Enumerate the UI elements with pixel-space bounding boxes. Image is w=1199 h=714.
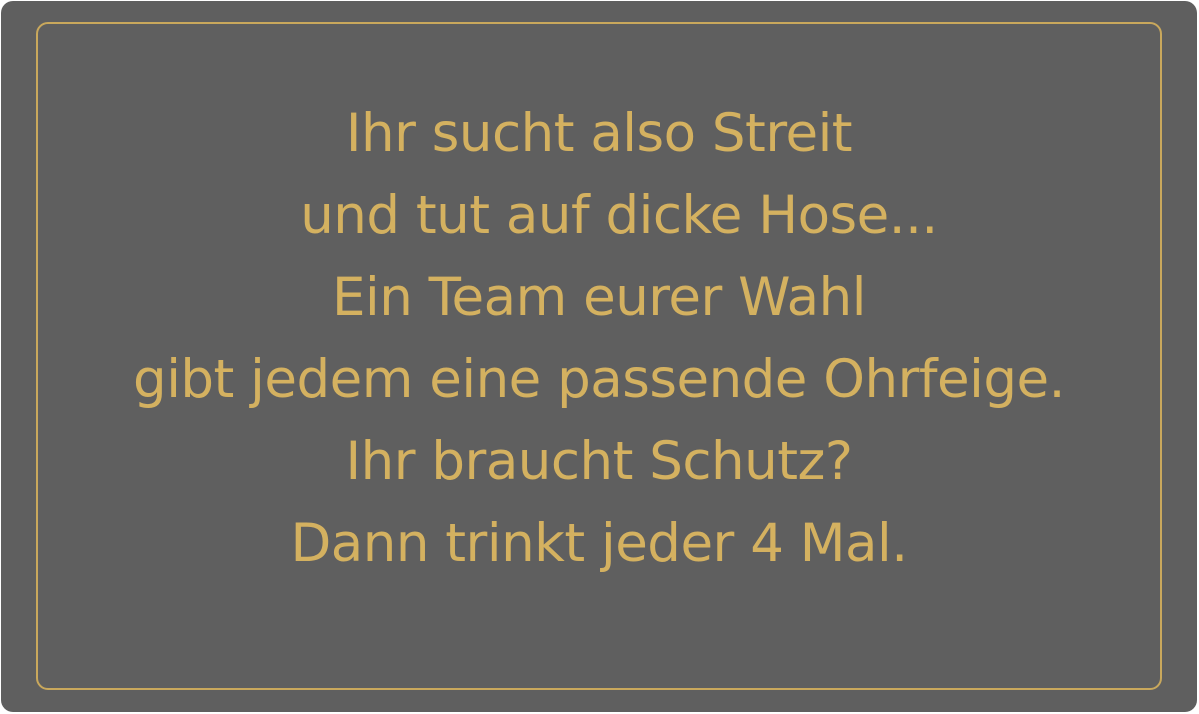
card-text-line-2: und tut auf dicke Hose... <box>300 185 938 246</box>
card-text-line-1: Ihr sucht also Streit <box>345 103 853 164</box>
card-text-line-5: Ihr braucht Schutz? <box>345 431 853 492</box>
card-text-line-4: gibt jedem eine passende Ohrfeige. <box>133 349 1065 410</box>
card-text-line-3: Ein Team eurer Wahl <box>332 267 866 328</box>
game-card: Ihr sucht also Streit und tut auf dicke … <box>1 1 1197 712</box>
card-text: Ihr sucht also Streit und tut auf dicke … <box>1 93 1197 585</box>
card-text-line-6: Dann trinkt jeder 4 Mal. <box>290 513 908 574</box>
